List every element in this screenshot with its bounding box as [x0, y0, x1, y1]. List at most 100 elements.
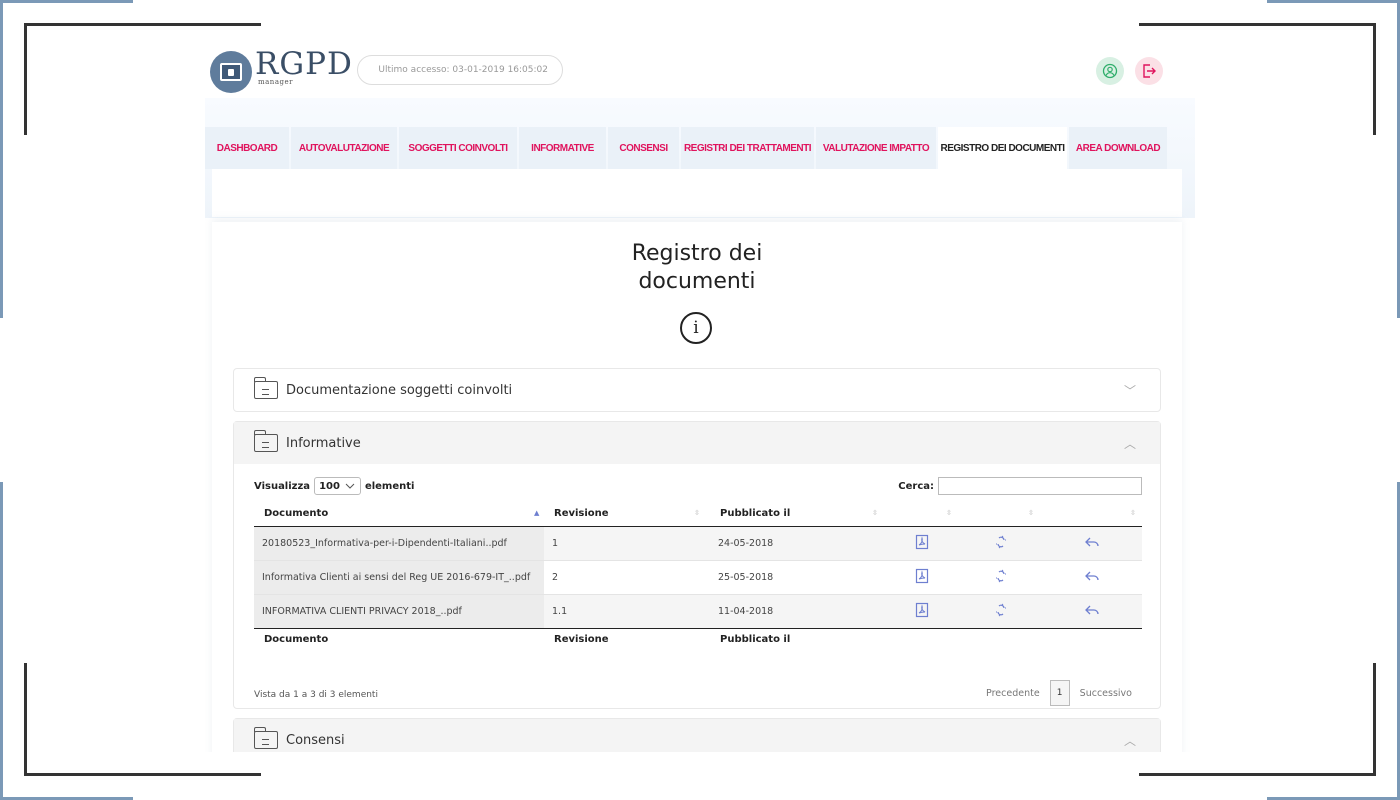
tab-valutazione-impatto[interactable]: VALUTAZIONE IMPATTO	[816, 127, 936, 169]
last-access-badge: Ultimo accesso: 03-01-2019 16:05:02	[357, 55, 563, 85]
logout-button[interactable]	[1135, 57, 1163, 85]
column-header-link[interactable]: ⇳	[960, 502, 1042, 527]
frame-line-tl-v	[24, 23, 27, 135]
accordion-header[interactable]: Documentazione soggetti coinvolti ﹀	[234, 369, 1160, 411]
length-suffix: elementi	[364, 480, 415, 492]
table-header-row: Documento ▲ Revisione ⇳ Pubblicato il ⇳ ⇳ ⇳…	[254, 502, 1142, 527]
frame-corner-top-left	[0, 0, 133, 3]
table-row: Informativa Clienti ai sensi del Reg UE …	[254, 559, 1142, 594]
logo-icon[interactable]	[210, 51, 252, 93]
search-input[interactable]	[938, 477, 1142, 495]
main-tabs: DASHBOARD AUTOVALUTAZIONE SOGGETTI COINV…	[205, 127, 1169, 169]
tab-area-download[interactable]: AREA DOWNLOAD	[1069, 127, 1167, 169]
footer-empty	[884, 627, 960, 650]
pdf-download-button[interactable]	[884, 525, 960, 560]
revision-cell: 1.1	[544, 593, 710, 628]
table-footer-row: Documento Revisione Pubblicato il	[254, 627, 1142, 650]
page-title-line1: Registro dei	[631, 241, 763, 266]
previous-page-button[interactable]: Precedente	[986, 688, 1040, 699]
user-profile-button[interactable]	[1096, 57, 1124, 85]
tab-dashboard[interactable]: DASHBOARD	[205, 127, 289, 169]
accordion-header[interactable]: Informative ︿	[234, 422, 1160, 464]
undo-arrow-icon	[1085, 605, 1099, 614]
published-date-cell: 11-04-2018	[710, 593, 884, 628]
document-name[interactable]: INFORMATIVA CLIENTI PRIVACY 2018_..pdf	[254, 593, 544, 628]
accordion-title: Documentazione soggetti coinvolti	[286, 382, 513, 398]
info-icon[interactable]: i	[680, 312, 712, 344]
link-icon	[996, 569, 1006, 582]
accordion-title: Informative	[286, 435, 361, 451]
tab-consensi[interactable]: CONSENSI	[608, 127, 679, 169]
chevron-down-icon	[345, 483, 355, 489]
logo-subtitle: manager	[258, 78, 293, 86]
column-header-pubblicato[interactable]: Pubblicato il ⇳	[710, 502, 884, 527]
document-name[interactable]: Informativa Clienti ai sensi del Reg UE …	[254, 559, 544, 594]
logo-title[interactable]: RGPD	[255, 46, 353, 82]
sort-icon: ⇳	[694, 509, 700, 517]
pdf-icon	[915, 534, 929, 549]
tab-registro-documenti[interactable]: REGISTRO DEI DOCUMENTI	[938, 127, 1067, 169]
pdf-icon	[915, 568, 929, 583]
main-content: Registro dei documenti i Documentazione …	[212, 222, 1182, 752]
chevron-up-icon: ︿	[1123, 436, 1136, 451]
tab-informative[interactable]: INFORMATIVE	[519, 127, 606, 169]
length-prefix: Visualizza	[254, 480, 311, 492]
accordion-consensi: Consensi ︿	[233, 718, 1161, 752]
frame-line-bl-v	[24, 663, 27, 776]
page-length-select[interactable]: 100	[314, 477, 361, 495]
column-header-pdf[interactable]: ⇳	[884, 502, 960, 527]
copy-link-button[interactable]	[960, 559, 1042, 594]
revert-button[interactable]	[1042, 525, 1142, 560]
chevron-down-icon: ﹀	[1123, 383, 1136, 398]
tab-registri-trattamenti[interactable]: REGISTRI DEI TRATTAMENTI	[681, 127, 814, 169]
sort-icon: ⇳	[872, 509, 878, 517]
link-icon	[996, 535, 1006, 548]
frame-line-tr-h	[1139, 23, 1376, 26]
tab-autovalutazione[interactable]: AUTOVALUTAZIONE	[291, 127, 397, 169]
table-row: INFORMATIVA CLIENTI PRIVACY 2018_..pdf 1…	[254, 593, 1142, 628]
page-1-button[interactable]: 1	[1049, 680, 1070, 706]
revert-button[interactable]	[1042, 593, 1142, 628]
logout-icon	[1143, 64, 1156, 78]
frame-side-left-bottom	[0, 482, 3, 800]
footer-revisione: Revisione	[544, 627, 710, 650]
table-row: 20180523_Informativa-per-i-Dipendenti-It…	[254, 525, 1142, 560]
column-header-revert[interactable]: ⇳	[1042, 502, 1142, 527]
frame-line-tr-v	[1373, 23, 1376, 135]
accordion-title: Consensi	[286, 732, 345, 748]
tab-panel	[212, 169, 1182, 217]
accordion-header[interactable]: Consensi ︿	[234, 719, 1160, 752]
link-icon	[996, 603, 1006, 616]
folder-icon	[253, 377, 278, 399]
page-length-value: 100	[319, 480, 340, 492]
undo-arrow-icon	[1085, 571, 1099, 580]
pagination: Precedente 1 Successivo	[986, 680, 1132, 706]
published-date-cell: 24-05-2018	[710, 525, 884, 560]
page-title-line2: documenti	[638, 269, 756, 294]
logo-safe-icon	[220, 63, 242, 81]
footer-pubblicato: Pubblicato il	[710, 627, 884, 650]
revert-button[interactable]	[1042, 559, 1142, 594]
copy-link-button[interactable]	[960, 525, 1042, 560]
footer-documento: Documento	[254, 627, 544, 650]
pdf-download-button[interactable]	[884, 593, 960, 628]
frame-line-bl-h	[24, 773, 261, 776]
column-header-revisione[interactable]: Revisione ⇳	[544, 502, 710, 527]
revision-cell: 2	[544, 559, 710, 594]
document-name[interactable]: 20180523_Informativa-per-i-Dipendenti-It…	[254, 525, 544, 560]
copy-link-button[interactable]	[960, 593, 1042, 628]
tab-soggetti-coinvolti[interactable]: SOGGETTI COINVOLTI	[399, 127, 517, 169]
documents-table: Documento ▲ Revisione ⇳ Pubblicato il ⇳ ⇳ ⇳…	[254, 502, 1142, 650]
pdf-download-button[interactable]	[884, 559, 960, 594]
folder-icon	[253, 727, 278, 749]
next-page-button[interactable]: Successivo	[1080, 688, 1132, 699]
user-icon	[1102, 63, 1118, 79]
chevron-up-icon: ︿	[1123, 733, 1136, 748]
sort-icon: ⇳	[1028, 509, 1034, 517]
sort-asc-icon: ▲	[534, 509, 540, 517]
sort-icon: ⇳	[1130, 509, 1136, 517]
pdf-icon	[915, 602, 929, 617]
column-header-documento[interactable]: Documento ▲	[254, 502, 544, 527]
accordion-documentazione-soggetti: Documentazione soggetti coinvolti ﹀	[233, 368, 1161, 412]
footer-empty	[1042, 627, 1142, 650]
